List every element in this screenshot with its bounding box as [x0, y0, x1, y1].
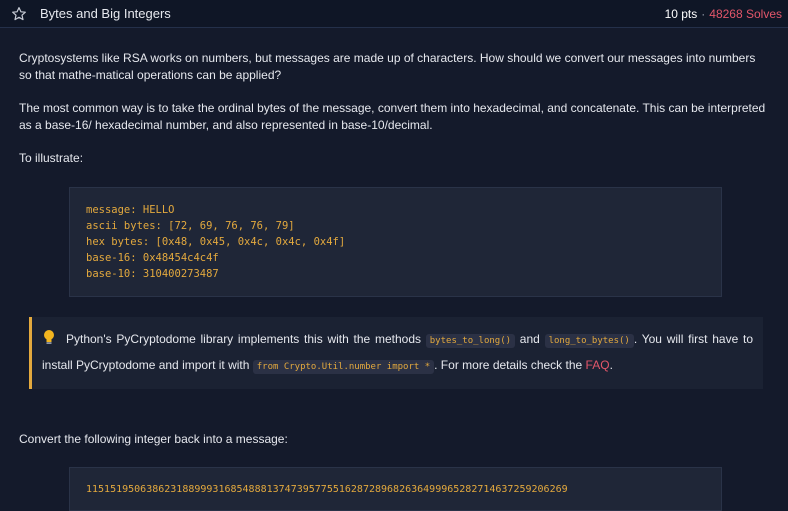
example-code-block: message: HELLO ascii bytes: [72, 69, 76,…	[69, 187, 722, 297]
paragraph-illustrate: To illustrate:	[19, 151, 84, 165]
inline-code: bytes_to_long()	[425, 334, 516, 348]
note-text: and	[515, 332, 545, 346]
faq-link[interactable]: FAQ	[586, 358, 610, 372]
header-left: Bytes and Big Integers	[10, 5, 171, 23]
note-text: Python's PyCryptodome library implements…	[66, 332, 426, 346]
integer-code-block: 1151519506386231889993168548881374739577…	[69, 467, 722, 511]
challenge-description: Cryptosystems like RSA works on numbers,…	[0, 28, 788, 511]
paragraph-intro: Cryptosystems like RSA works on numbers,…	[19, 51, 756, 82]
code-line: message: HELLO	[86, 204, 175, 216]
header-stats: 10 pts · 48268 Solves	[665, 7, 782, 21]
note-text: . For more details check the	[434, 358, 586, 372]
challenge-title[interactable]: Bytes and Big Integers	[40, 6, 171, 21]
integer-value: 1151519506386231889993168548881374739577…	[86, 483, 568, 495]
solves-count[interactable]: 48268 Solves	[709, 7, 782, 21]
lightbulb-icon	[42, 329, 56, 344]
star-outline-icon[interactable]	[10, 5, 28, 23]
code-line: ascii bytes: [72, 69, 76, 76, 79]	[86, 220, 295, 232]
inline-code: from Crypto.Util.number import *	[252, 360, 435, 374]
paragraph-task: Convert the following integer back into …	[19, 432, 288, 446]
separator: ·	[701, 6, 706, 21]
tip-callout: Python's PyCryptodome library implements…	[29, 317, 763, 389]
inline-code: long_to_bytes()	[544, 334, 634, 348]
paragraph-method: The most common way is to take the ordin…	[19, 101, 766, 132]
challenge-header: Bytes and Big Integers 10 pts · 48268 So…	[0, 0, 788, 28]
code-line: base-16: 0x48454c4c4f	[86, 252, 219, 264]
code-line: hex bytes: [0x48, 0x45, 0x4c, 0x4c, 0x4f…	[86, 236, 346, 248]
note-text: .	[609, 358, 613, 372]
points-label: 10 pts	[664, 6, 698, 21]
code-line: base-10: 310400273487	[86, 268, 219, 280]
